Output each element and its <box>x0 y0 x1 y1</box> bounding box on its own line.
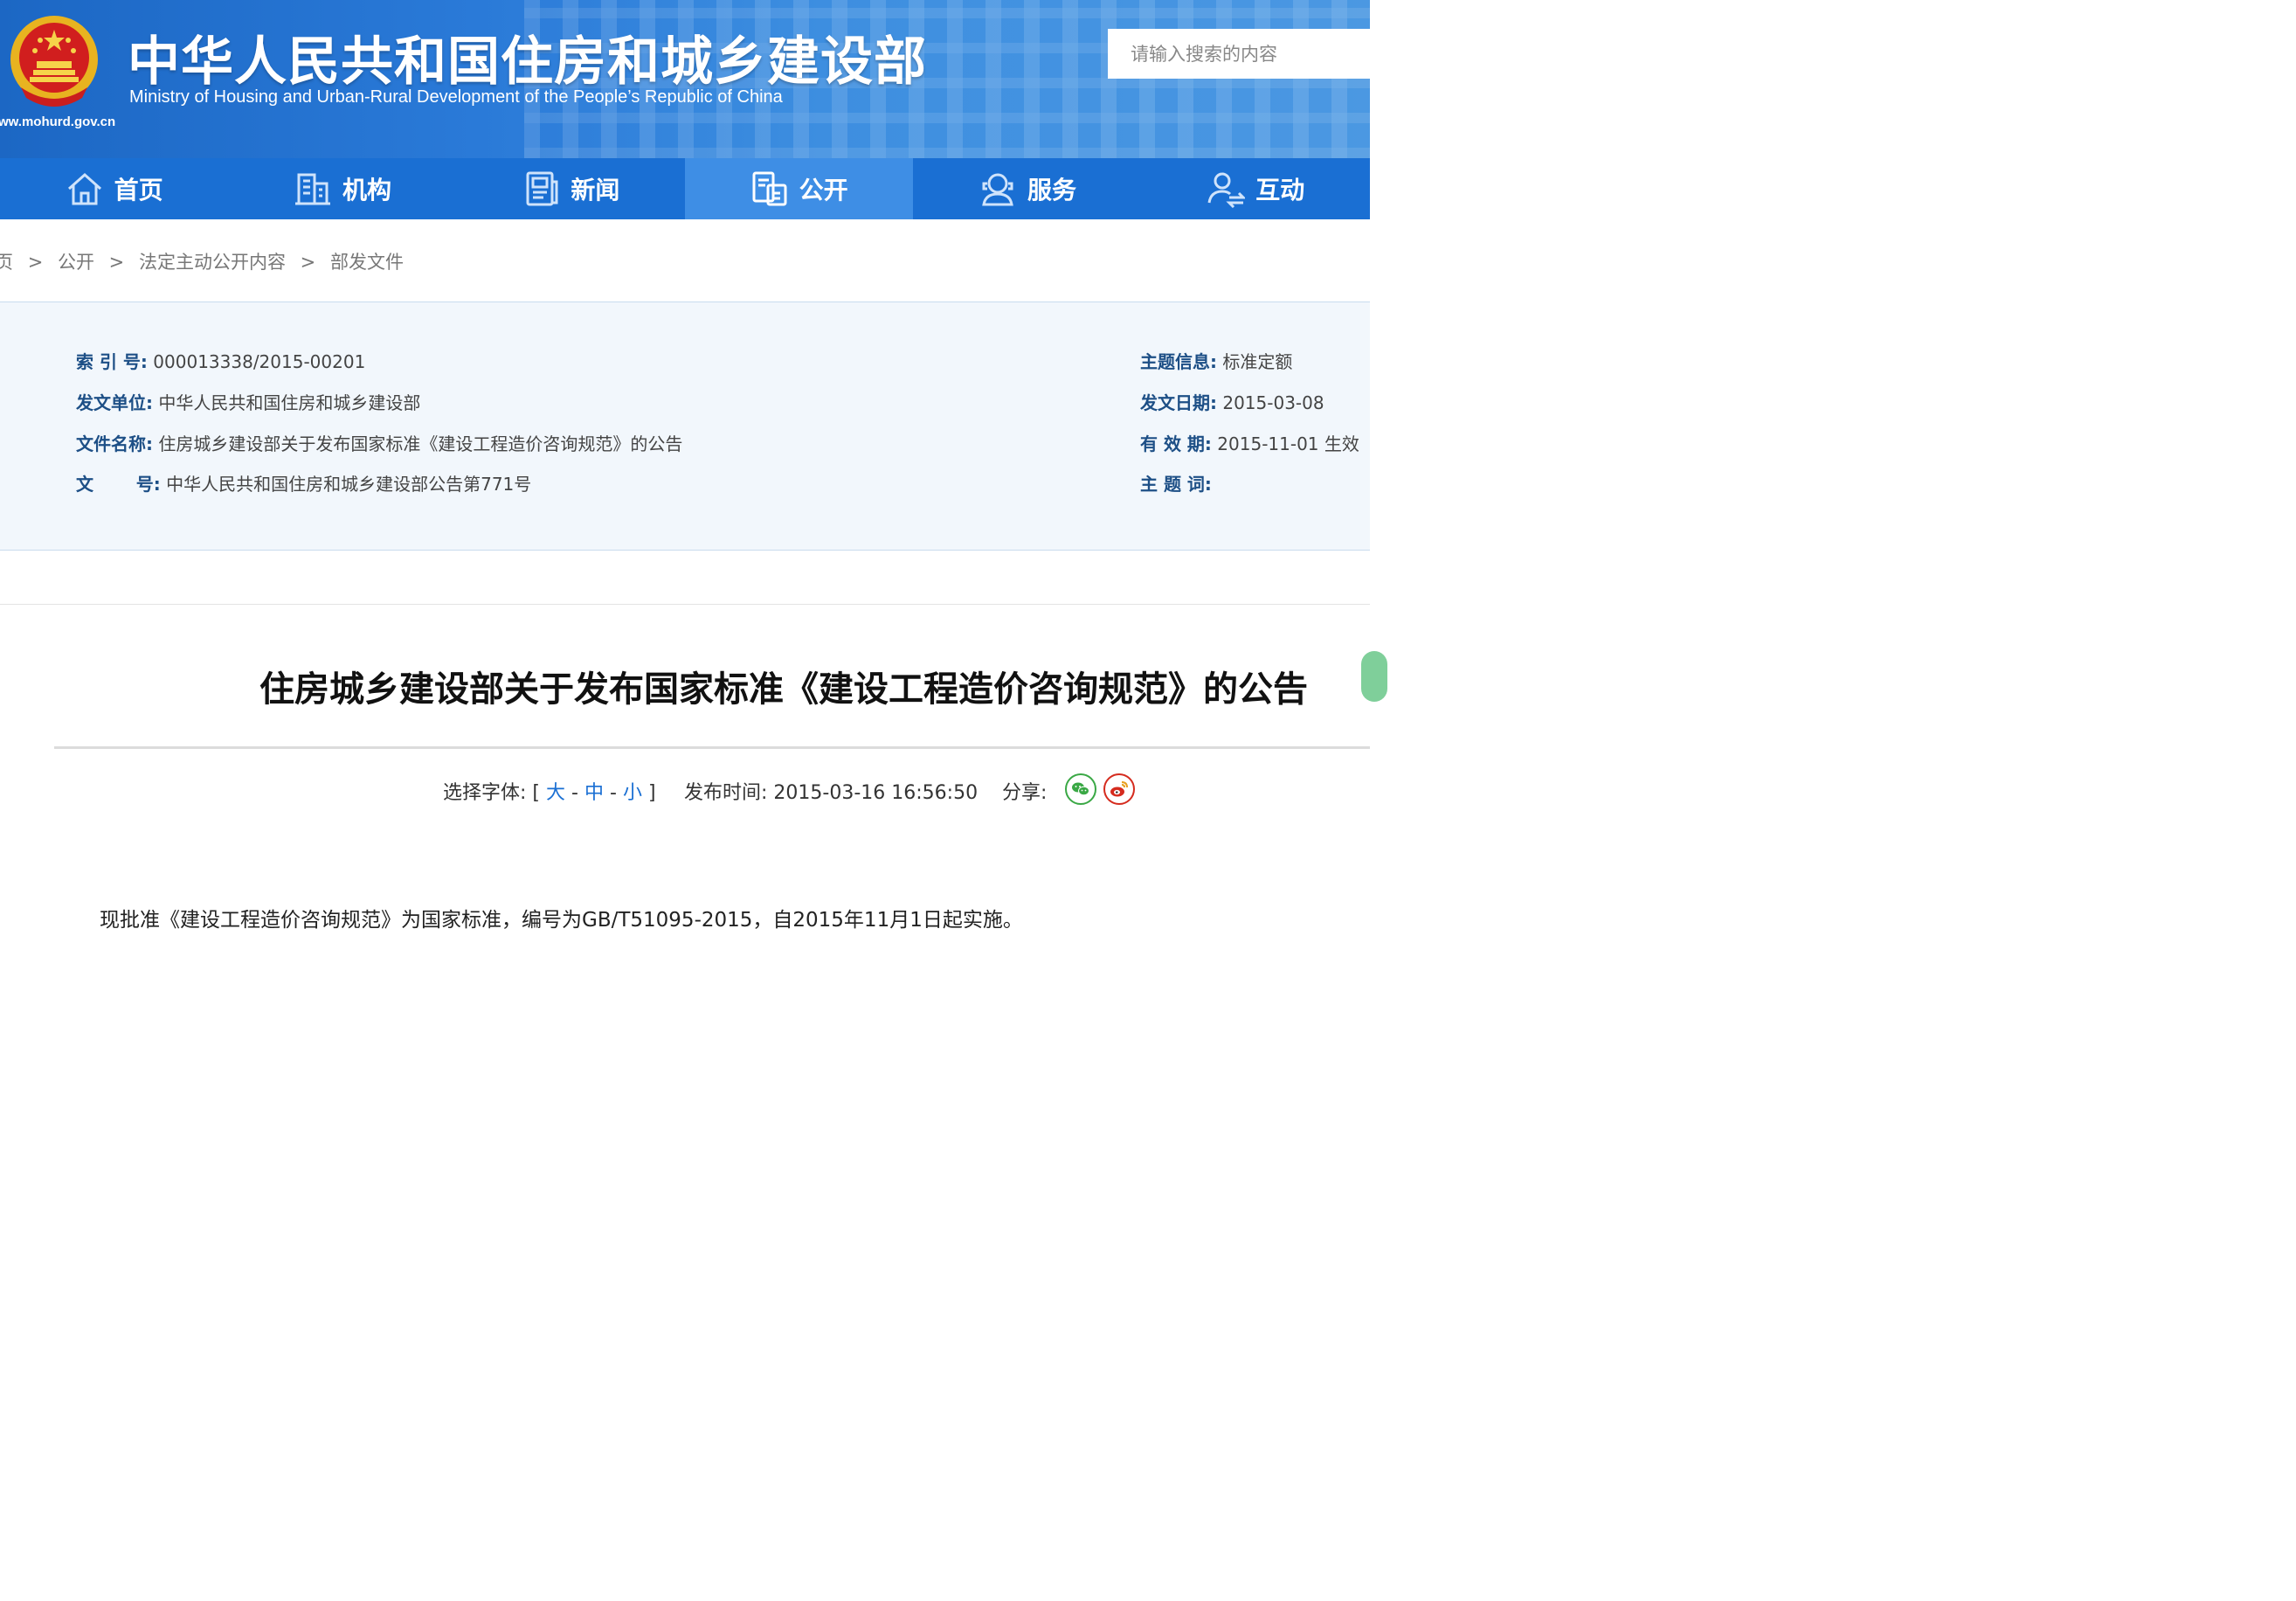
font-bracket-open: [ <box>532 782 541 804</box>
meta-valid: 有 效 期: 2015-11-01 生效 <box>1140 430 1359 455</box>
breadcrumb-sep: > <box>27 252 44 273</box>
weibo-icon <box>1110 781 1128 797</box>
meta-docname: 文件名称: 住房城乡建设部关于发布国家标准《建设工程造价咨询规范》的公告 <box>76 430 682 455</box>
meta-docno-label: 文 号: <box>76 474 161 495</box>
publish-time: 发布时间: 2015-03-16 16:56:50 <box>684 777 978 805</box>
nav-interaction-label: 互动 <box>1255 176 1305 204</box>
meta-date-value: 2015-03-08 <box>1222 392 1324 413</box>
site-title: 中华人民共和国住房和城乡建设部 <box>128 31 927 93</box>
breadcrumb-sep: > <box>300 252 316 273</box>
breadcrumb-home[interactable]: 页 <box>0 252 13 273</box>
font-size-label: 选择字体: <box>443 782 527 804</box>
font-dash: - <box>571 782 578 804</box>
meta-index-label: 索 引 号: <box>76 351 148 372</box>
meta-valid-label: 有 效 期: <box>1140 433 1212 454</box>
font-medium-link[interactable]: 中 <box>584 782 604 804</box>
meta-issuer: 发文单位: 中华人民共和国住房和城乡建设部 <box>76 389 420 414</box>
publish-time-value: 2015-03-16 16:56:50 <box>773 782 979 804</box>
font-large-link[interactable]: 大 <box>546 782 565 804</box>
breadcrumb-sep: > <box>108 252 125 273</box>
floating-widget-edge[interactable] <box>1361 651 1387 702</box>
meta-docno: 文 号: 中华人民共和国住房和城乡建设部公告第771号 <box>76 470 531 496</box>
nav-organization-label: 机构 <box>342 176 391 204</box>
nav-service[interactable]: 服务 <box>913 158 1141 219</box>
breadcrumb-disclosure[interactable]: 公开 <box>58 252 94 273</box>
meta-keywords: 主 题 词: <box>1140 470 1212 496</box>
meta-topic: 主题信息: 标准定额 <box>1140 348 1292 373</box>
share-weibo-button[interactable] <box>1103 773 1135 805</box>
nav-disclosure-label: 公开 <box>799 176 848 204</box>
meta-date: 发文日期: 2015-03-08 <box>1140 389 1324 414</box>
nav-interaction[interactable]: 互动 <box>1142 158 1370 219</box>
meta-docno-value: 中华人民共和国住房和城乡建设部公告第771号 <box>166 474 532 495</box>
building-icon <box>294 173 330 205</box>
meta-valid-value: 2015-11-01 生效 <box>1217 433 1359 454</box>
interact-icon <box>1207 172 1246 208</box>
site-url: ww.mohurd.gov.cn <box>0 114 116 129</box>
share-wechat-button[interactable] <box>1065 773 1096 805</box>
nav-home-label: 首页 <box>114 176 163 204</box>
meta-issuer-label: 发文单位: <box>76 392 153 413</box>
document-metadata: 索 引 号: 000013338/2015-00201 发文单位: 中华人民共和… <box>0 301 1370 551</box>
nav-organization[interactable]: 机构 <box>228 158 456 219</box>
meta-docname-label: 文件名称: <box>76 433 153 454</box>
meta-index-value: 000013338/2015-00201 <box>153 351 366 372</box>
meta-index: 索 引 号: 000013338/2015-00201 <box>76 348 365 373</box>
article-title: 住房城乡建设部关于发布国家标准《建设工程造价咨询规范》的公告 <box>259 669 1308 710</box>
font-size-selector: 选择字体: [ 大 - 中 - 小 ] <box>443 777 656 805</box>
nav-disclosure[interactable]: 公开 <box>684 158 914 219</box>
font-dash: - <box>610 782 617 804</box>
meta-issuer-value: 中华人民共和国住房和城乡建设部 <box>158 392 421 413</box>
breadcrumb-statutory[interactable]: 法定主动公开内容 <box>139 252 286 273</box>
font-small-link[interactable]: 小 <box>623 782 642 804</box>
site-subtitle: Ministry of Housing and Urban-Rural Deve… <box>129 87 783 107</box>
news-icon <box>526 171 558 206</box>
meta-topic-value: 标准定额 <box>1222 351 1293 372</box>
share-label: 分享: <box>1002 782 1048 804</box>
meta-date-label: 发文日期: <box>1140 392 1217 413</box>
meta-topic-label: 主题信息: <box>1140 351 1217 372</box>
font-bracket-close: ] <box>647 782 656 804</box>
nav-news[interactable]: 新闻 <box>457 158 685 219</box>
nav-news-label: 新闻 <box>571 176 620 204</box>
publish-time-label: 发布时间: <box>684 782 768 804</box>
main-nav: 首页 机构 新闻 公开 服务 互动 <box>0 158 1370 219</box>
national-emblem-icon <box>10 16 98 107</box>
breadcrumb: 页 > 公开 > 法定主动公开内容 > 部发文件 <box>0 248 409 274</box>
nav-service-label: 服务 <box>1027 176 1076 204</box>
search-input[interactable] <box>1108 29 1370 79</box>
service-icon <box>982 173 1013 206</box>
title-underline <box>54 746 1370 749</box>
meta-keywords-label: 主 题 词: <box>1140 474 1212 495</box>
disclosure-icon <box>752 171 787 206</box>
breadcrumb-dept-docs[interactable]: 部发文件 <box>330 252 404 273</box>
wechat-icon <box>1072 782 1089 796</box>
nav-home[interactable]: 首页 <box>0 158 228 219</box>
article-body-paragraph: 现批准《建设工程造价咨询规范》为国家标准，编号为GB/T51095-2015，自… <box>100 909 1023 932</box>
section-divider <box>0 604 1370 605</box>
site-banner: 中华人民共和国住房和城乡建设部 Ministry of Housing and … <box>0 0 1370 158</box>
meta-docname-value: 住房城乡建设部关于发布国家标准《建设工程造价咨询规范》的公告 <box>158 433 683 454</box>
home-icon <box>67 172 101 205</box>
